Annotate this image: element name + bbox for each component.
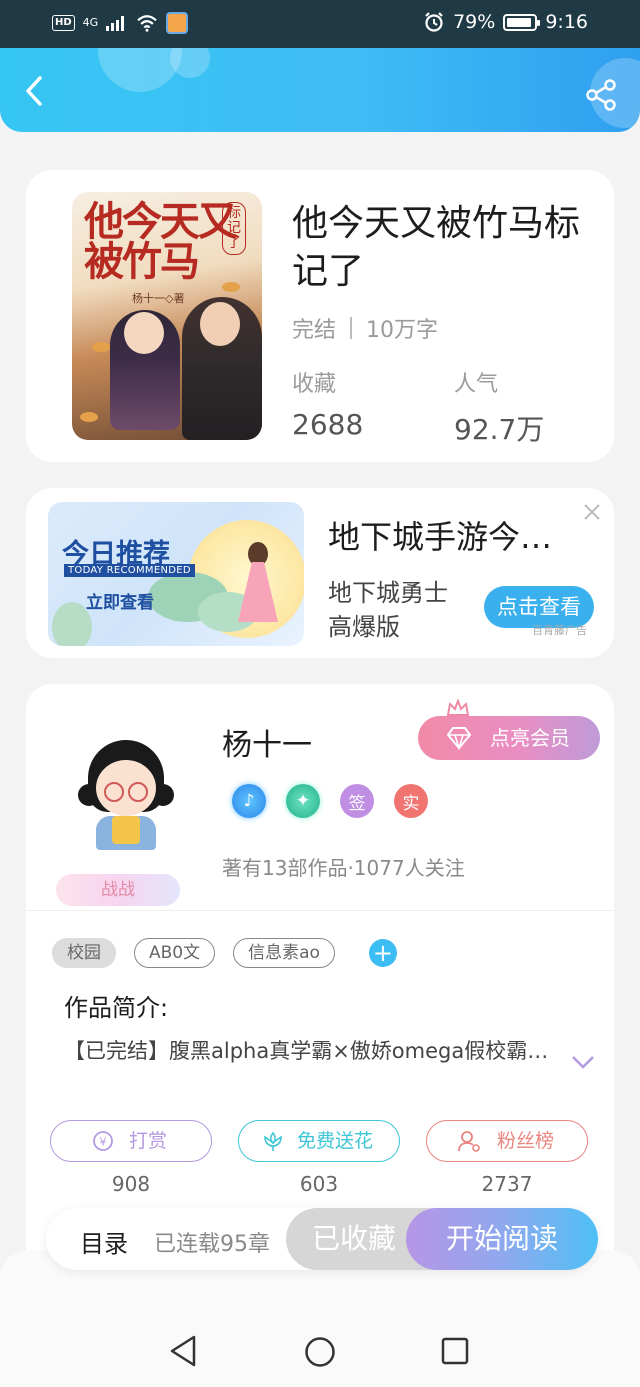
nav-recent-apps-icon[interactable]: [440, 1336, 470, 1366]
favorites-label: 收藏: [292, 372, 337, 397]
tag-item[interactable]: AB0文: [134, 938, 216, 968]
ad-banner-cta: 立即查看: [86, 593, 154, 613]
book-info-card: 他今天又被竹马 标记了 杨十一◇著 他今天又被竹马标记了 完结 10万字 收藏 …: [26, 170, 614, 462]
add-tag-icon[interactable]: +: [368, 939, 397, 967]
tag-item[interactable]: 信息素ao: [233, 938, 335, 968]
back-arrow-icon[interactable]: [18, 74, 52, 108]
popularity-label: 人气: [454, 372, 499, 397]
clock: 9:16: [545, 11, 588, 33]
nav-back-icon[interactable]: [168, 1334, 198, 1368]
works-info: 著有13部作品·1077人关注: [222, 856, 465, 880]
wifi-icon: [137, 15, 157, 32]
chapter-count[interactable]: 已连载95章: [154, 1226, 270, 1258]
close-icon[interactable]: [580, 500, 604, 524]
author-name[interactable]: 杨十一: [222, 720, 312, 764]
intro-label: 作品简介:: [64, 994, 169, 1022]
start-reading-button[interactable]: 开始阅读: [406, 1208, 598, 1270]
network-type: 4G: [82, 16, 99, 29]
tag-list: 校园 AB0文 信息素ao +: [52, 938, 397, 968]
ad-banner-english: TODAY RECOMMENDED: [64, 564, 195, 577]
status-left: HD 4G: [52, 12, 189, 34]
favorites-value: 2688: [292, 408, 364, 441]
favorites-stat: 收藏 2688: [292, 366, 363, 441]
book-meta: 完结 10万字: [292, 312, 438, 344]
status-bar: HD 4G 79% 9:16: [0, 0, 640, 48]
reading-bar: 目录 已连载95章 已收藏 开始阅读: [46, 1208, 598, 1270]
ad-source: 百青藤广告: [532, 624, 587, 637]
music-badge-icon[interactable]: ♪: [232, 784, 266, 818]
cover-author: 杨十一◇著: [132, 292, 185, 305]
top-header: [0, 48, 640, 132]
ad-banner-image[interactable]: 今日推荐 TODAY RECOMMENDED 立即查看: [48, 502, 304, 646]
tip-label: 打赏: [129, 1130, 168, 1152]
vip-button[interactable]: 点亮会员: [418, 716, 600, 760]
share-icon[interactable]: [584, 78, 618, 112]
ad-title: 地下城手游今…: [328, 518, 553, 556]
ad-description: 地下城勇士高爆版: [328, 579, 448, 641]
flower-count: 603: [299, 1172, 339, 1196]
chevron-down-icon[interactable]: [570, 1054, 596, 1070]
flower-icon: [264, 1131, 282, 1151]
tip-count: 908: [111, 1172, 151, 1196]
coin-icon: ¥: [93, 1131, 113, 1151]
verified-badge[interactable]: 实: [394, 784, 428, 818]
author-avatar[interactable]: [78, 740, 174, 850]
signal-icon: [106, 15, 128, 31]
crown-icon: [446, 698, 470, 716]
hd-badge: HD: [52, 15, 75, 31]
status-right: 79% 9:16: [423, 11, 588, 33]
book-title: 他今天又被竹马标记了: [292, 203, 581, 292]
signed-badge[interactable]: 签: [340, 784, 374, 818]
fans-rank-button[interactable]: 粉丝榜: [426, 1120, 588, 1162]
battle-badge: 战战: [56, 874, 180, 906]
flower-label: 免费送花: [297, 1130, 374, 1152]
tip-button[interactable]: ¥ 打赏: [50, 1120, 212, 1162]
system-nav-bar: [0, 1250, 640, 1387]
handshake-badge-icon[interactable]: ✦: [286, 784, 320, 818]
tag-item[interactable]: 校园: [52, 938, 116, 968]
cover-tag: 标记了: [222, 202, 246, 255]
svg-text:¥: ¥: [100, 1136, 107, 1149]
word-count: 10万字: [366, 318, 439, 343]
battery-icon: [503, 13, 541, 31]
author-badges: ♪ ✦ 签 实: [232, 784, 428, 818]
toc-button[interactable]: 目录: [80, 1224, 128, 1259]
fans-count: 2737: [481, 1172, 533, 1196]
divider: [26, 910, 614, 911]
alarm-icon: [425, 12, 443, 32]
fans-label: 粉丝榜: [497, 1130, 555, 1152]
book-cover[interactable]: 他今天又被竹马 标记了 杨十一◇著: [72, 192, 262, 440]
popularity-stat: 人气 92.7万: [454, 366, 544, 448]
free-flower-button[interactable]: 免费送花: [238, 1120, 400, 1162]
diamond-icon: [446, 727, 472, 750]
book-status: 完结: [292, 318, 337, 343]
nav-home-icon[interactable]: [304, 1336, 336, 1368]
intro-text[interactable]: 【已完结】腹黑alpha真学霸×傲娇omega假校霸…: [64, 1036, 564, 1066]
user-icon: [458, 1131, 480, 1152]
ad-card[interactable]: 今日推荐 TODAY RECOMMENDED 立即查看 地下城手游今… 地下城勇…: [26, 488, 614, 658]
app-notification-icon: [166, 12, 189, 34]
battery-percent: 79%: [453, 11, 496, 33]
vip-button-label: 点亮会员: [490, 726, 570, 750]
popularity-value: 92.7万: [454, 413, 545, 446]
action-row: ¥ 打赏 908 免费送花 603 粉丝榜 2737: [50, 1120, 590, 1196]
